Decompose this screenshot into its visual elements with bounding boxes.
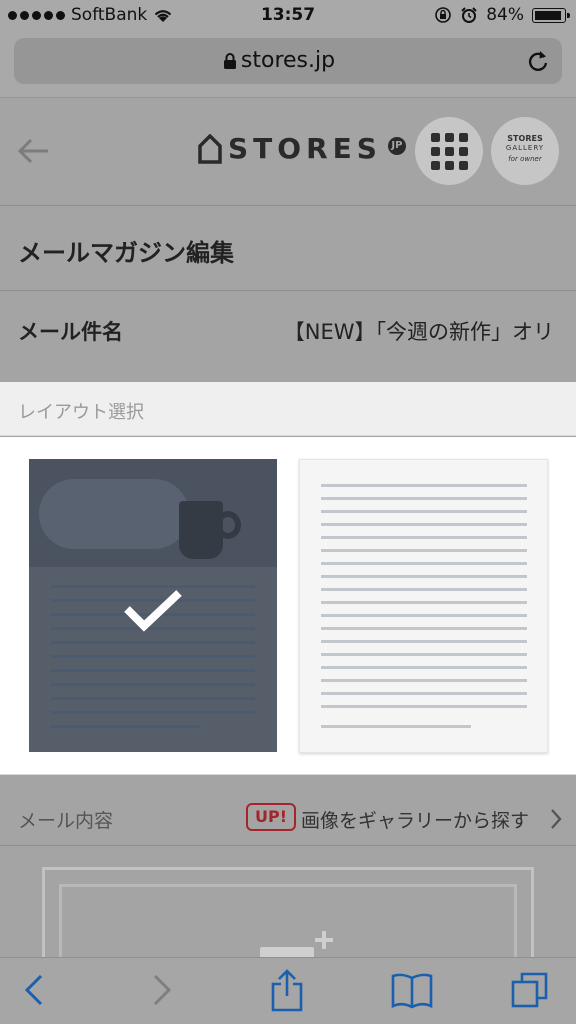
apps-grid-button[interactable]	[415, 117, 483, 185]
preview-line	[321, 725, 471, 728]
preview-line	[51, 683, 255, 686]
preview-line	[321, 679, 527, 682]
up-badge: UP!	[246, 803, 297, 831]
content-editor	[0, 847, 576, 977]
gallery-search-link[interactable]: 画像をギャラリーから探す	[301, 806, 529, 833]
preview-line	[51, 641, 255, 644]
gallery-label: GALLERY	[505, 144, 545, 152]
gallery-tagline: for owner	[508, 155, 542, 163]
preview-line	[321, 562, 527, 565]
logo-text: STORES	[228, 132, 382, 165]
checkmark-icon	[124, 590, 182, 632]
logo-badge: JP	[387, 136, 406, 155]
preview-line	[321, 523, 527, 526]
grid-dot-icon	[458, 146, 468, 156]
preview-line	[51, 725, 201, 728]
grid-dot-icon	[430, 160, 440, 170]
grid-dot-icon	[458, 132, 468, 142]
bookmarks-icon[interactable]	[390, 971, 434, 1009]
subject-row[interactable]: メール件名 【NEW】「今週の新作」オリ	[0, 292, 576, 368]
layout-heading: レイアウト選択	[18, 402, 144, 423]
alarm-icon	[461, 7, 477, 23]
content-section-header: メール内容 UP! 画像をギャラリーから探す	[0, 788, 576, 846]
tabs-icon[interactable]	[510, 970, 550, 1010]
browser-toolbar	[0, 957, 576, 1024]
preview-line	[321, 627, 527, 630]
layout-preview-photo	[29, 459, 277, 567]
grid-dot-icon	[444, 146, 454, 156]
chevron-right-icon[interactable]	[549, 808, 563, 830]
stores-gallery-button[interactable]: STORES GALLERY for owner	[491, 117, 559, 185]
preview-line	[51, 711, 255, 714]
preview-line	[321, 588, 527, 591]
subject-label: メール件名	[18, 320, 123, 344]
status-right: 84%	[434, 5, 570, 25]
subject-value[interactable]: 【NEW】「今週の新作」オリ	[284, 316, 554, 346]
preview-line	[321, 549, 527, 552]
preview-line	[51, 669, 255, 672]
grid-dot-icon	[458, 160, 468, 170]
preview-line	[321, 575, 527, 578]
status-bar: SoftBank 13:57 84%	[0, 0, 576, 32]
battery-percent: 84%	[486, 5, 524, 25]
preview-line	[321, 601, 527, 604]
preview-line	[321, 510, 527, 513]
stores-logo[interactable]: STORES JP	[198, 132, 406, 165]
preview-line	[321, 692, 527, 695]
add-image-icon[interactable]	[258, 929, 338, 959]
preview-line	[321, 484, 527, 487]
layout-option-image-text[interactable]	[29, 459, 277, 752]
preview-line	[321, 614, 527, 617]
mug-handle	[215, 511, 241, 539]
address-bar[interactable]: stores.jp	[14, 38, 562, 84]
grid-dot-icon	[430, 132, 440, 142]
preview-line	[321, 666, 527, 669]
page-title-row: メールマガジン編集	[0, 207, 576, 291]
preview-line	[51, 655, 255, 658]
photo-background	[39, 479, 189, 549]
reload-icon[interactable]	[526, 48, 550, 74]
back-arrow-icon[interactable]	[16, 136, 50, 166]
battery-icon	[532, 7, 570, 23]
content-heading: メール内容	[18, 810, 114, 832]
grid-dot-icon	[430, 146, 440, 156]
preview-line	[321, 640, 527, 643]
back-icon[interactable]	[22, 972, 46, 1008]
share-icon[interactable]	[270, 968, 304, 1012]
preview-line	[51, 697, 255, 700]
gallery-brand: STORES	[507, 134, 543, 143]
layout-options	[0, 437, 576, 775]
preview-line	[321, 536, 527, 539]
grid-dot-icon	[444, 160, 454, 170]
grid-dot-icon	[444, 132, 454, 142]
house-icon	[198, 133, 222, 164]
forward-icon[interactable]	[150, 972, 174, 1008]
preview-line	[321, 653, 527, 656]
browser-bar: stores.jp	[0, 32, 576, 98]
page-title: メールマガジン編集	[18, 239, 234, 267]
url-text: stores.jp	[240, 48, 336, 73]
layout-option-text-only[interactable]	[299, 459, 548, 753]
orientation-lock-icon	[435, 7, 452, 23]
preview-line	[321, 497, 527, 500]
layout-section-header: レイアウト選択	[0, 382, 576, 436]
app-header: STORES JP STORES GALLERY for owner	[0, 98, 576, 206]
preview-line	[321, 705, 527, 708]
